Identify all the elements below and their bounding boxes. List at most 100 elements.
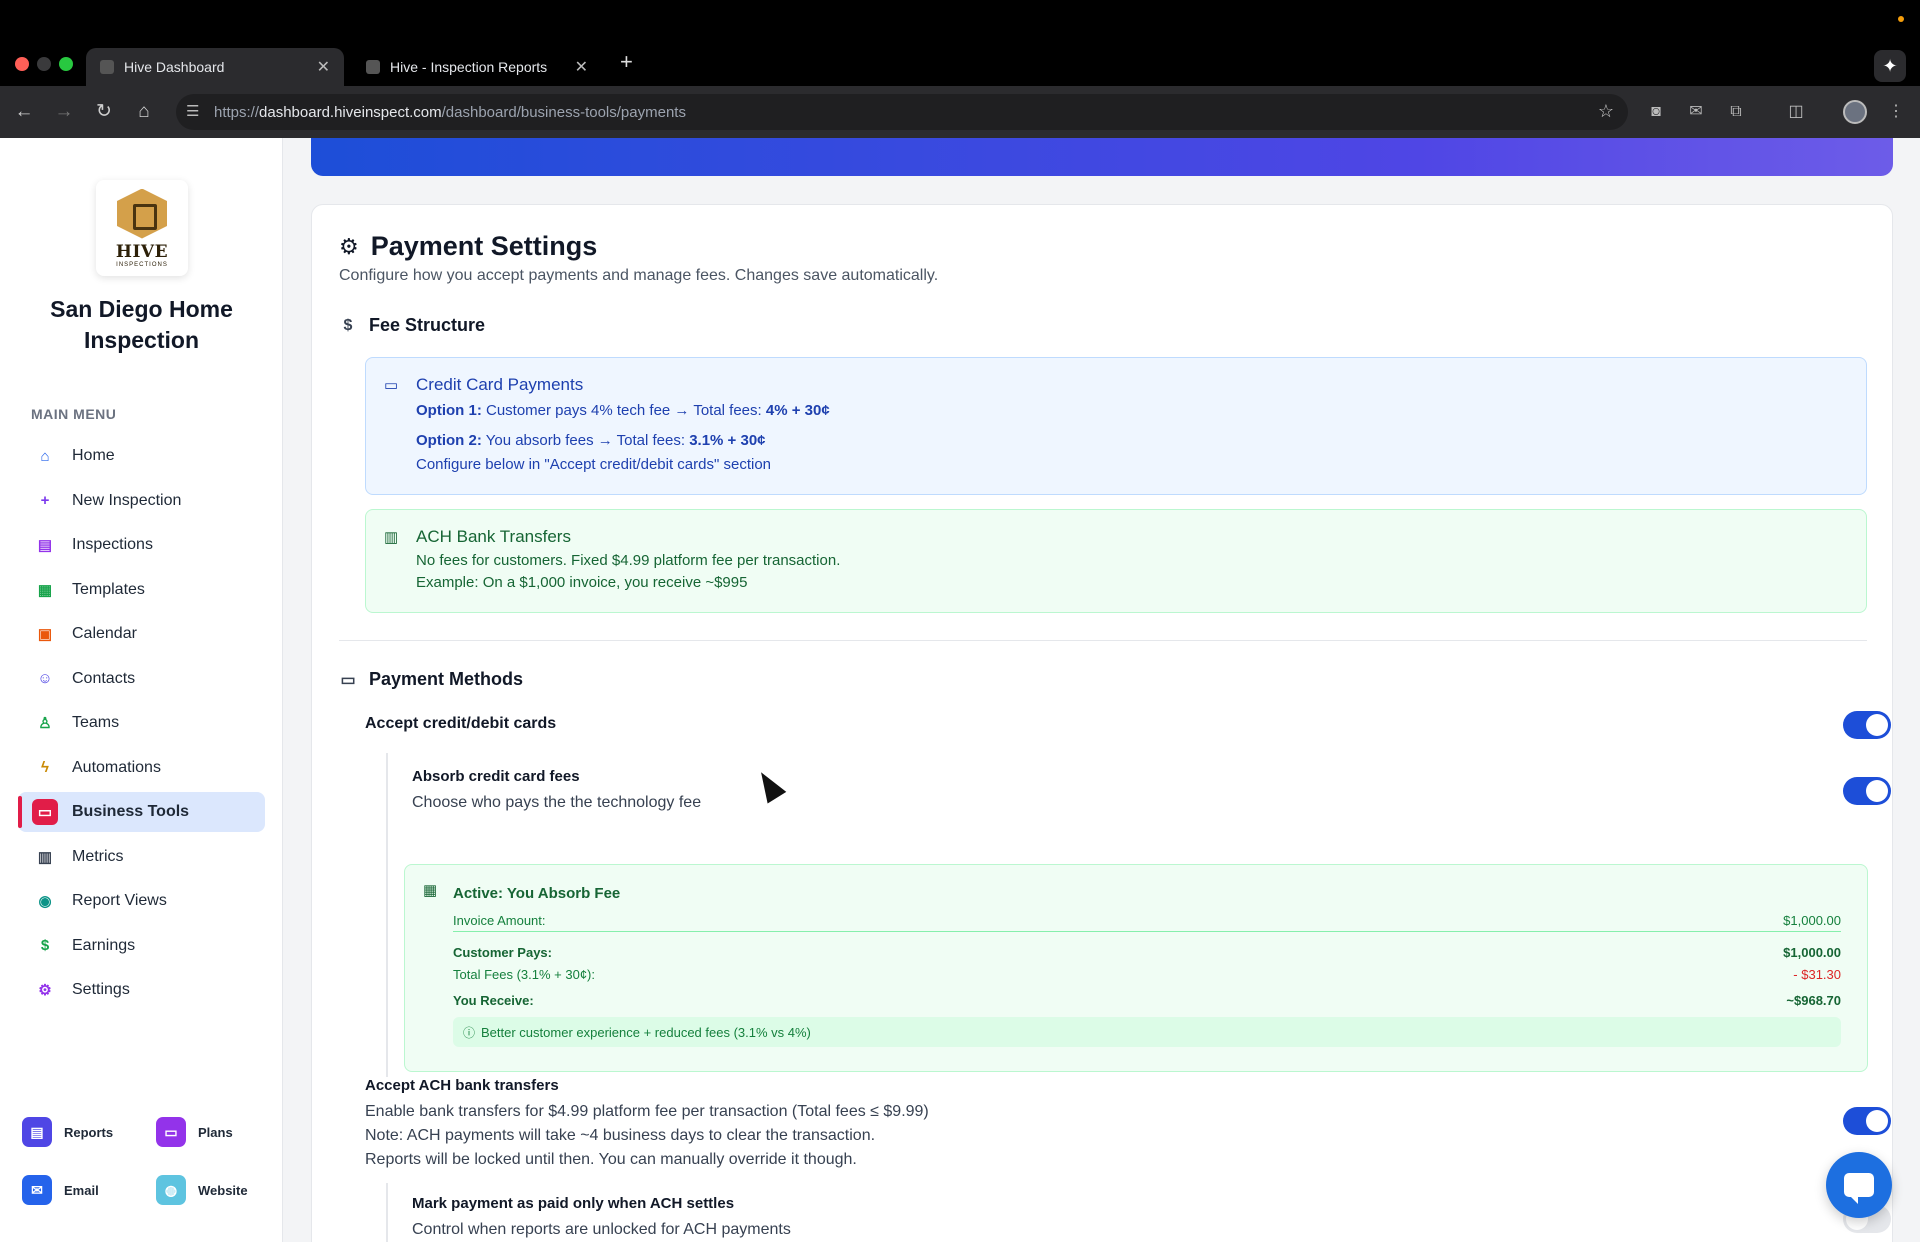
quick-link-plans[interactable]: ▭ Plans (156, 1114, 276, 1150)
accept-ach-line-3: Reports will be locked until then. You c… (365, 1151, 857, 1168)
ach-settle-label: Mark payment as paid only when ACH settl… (412, 1195, 735, 1212)
site-settings-icon[interactable]: ☰ (186, 102, 199, 120)
tab-favicon-icon (366, 60, 380, 74)
sidebar-item-home[interactable]: ⌂ Home (18, 436, 265, 476)
hive-house-icon (117, 188, 167, 239)
bank-icon: ▥ (384, 529, 399, 546)
sidebar-item-business-tools[interactable]: ▭ Business Tools (18, 792, 265, 832)
absorb-fee-summary: ▦ Active: You Absorb Fee Invoice Amount:… (404, 864, 1868, 1072)
bookmark-star-icon[interactable]: ☆ (1598, 101, 1614, 122)
title-row: ⚙ Payment Settings (339, 231, 597, 262)
calendar-icon: ▣ (37, 626, 53, 643)
company-logo: HIVE INSPECTIONS (96, 180, 188, 276)
sidebar-item-label: Calendar (72, 625, 137, 642)
accept-ach-line-2: Note: ACH payments will take ~4 business… (365, 1127, 876, 1144)
browser-toolbar: ← → ↻ ⌂ ☰ https://dashboard.hiveinspect.… (0, 86, 1920, 138)
back-arrow-icon[interactable]: ← (10, 98, 38, 126)
lightning-icon: ϟ (41, 759, 49, 776)
sidebar-item-new-inspection[interactable]: + New Inspection (18, 481, 265, 521)
sidebar-item-label: Home (72, 447, 115, 464)
accept-ach-line-1: Enable bank transfers for $4.99 platform… (365, 1103, 929, 1120)
ach-settle-description: Control when reports are unlocked for AC… (412, 1221, 791, 1238)
accept-cards-label: Accept credit/debit cards (365, 715, 557, 732)
sidebar-item-label: Templates (72, 580, 145, 598)
users-icon: ☺ (37, 670, 53, 687)
close-window-button[interactable] (15, 57, 29, 71)
mail-icon: ✉ (22, 1175, 52, 1205)
sidebar-item-teams[interactable]: ♙ Teams (18, 703, 265, 743)
quick-link-reports[interactable]: ▤ Reports (22, 1114, 142, 1150)
reload-icon[interactable]: ↻ (90, 98, 118, 126)
sidebar-item-label: Teams (72, 714, 120, 731)
sidebar-item-earnings[interactable]: $ Earnings (18, 926, 265, 966)
minimize-window-button[interactable] (37, 57, 51, 71)
sidebar-item-report-views[interactable]: ◉ Report Views (18, 881, 265, 921)
chat-support-button[interactable] (1826, 1152, 1892, 1218)
globe-icon: ◍ (156, 1175, 186, 1205)
home-icon[interactable]: ⌂ (130, 98, 158, 126)
card-icon: ▭ (156, 1117, 186, 1147)
sidebar-item-label: Automations (72, 758, 161, 776)
customer-pays-row: Customer Pays: $1,000.00 (453, 945, 1841, 960)
tab-close-icon[interactable]: ✕ (317, 57, 330, 77)
browser-tab-inspection-reports[interactable]: Hive - Inspection Reports ✕ (352, 48, 602, 86)
absorb-fees-label: Absorb credit card fees (412, 768, 580, 785)
indent-guide (386, 753, 388, 1077)
sidebar-item-automations[interactable]: ϟ Automations (18, 748, 265, 788)
quick-link-email[interactable]: ✉ Email (22, 1172, 142, 1208)
main-menu-heading: MAIN MENU (31, 406, 117, 422)
gear-icon: ⚙ (38, 982, 52, 999)
sidebar-item-label: New Inspection (72, 491, 182, 509)
sidebar-item-contacts[interactable]: ☺ Contacts (18, 659, 265, 699)
accept-cards-toggle[interactable] (1843, 711, 1891, 739)
address-bar[interactable]: ☰ https://dashboard.hiveinspect.com/dash… (176, 94, 1628, 130)
home-icon: ⌂ (40, 447, 50, 465)
browser-tab-hive-dashboard[interactable]: Hive Dashboard ✕ (86, 48, 344, 86)
accept-ach-toggle[interactable] (1843, 1107, 1891, 1135)
absorb-benefit-note: ⓘ Better customer experience + reduced f… (453, 1017, 1841, 1047)
credit-card-icon: ▭ (384, 377, 399, 394)
mail-extension-icon[interactable]: ✉ (1685, 101, 1707, 123)
sparkle-icon[interactable]: ✦ (1874, 50, 1906, 82)
accept-ach-label: Accept ACH bank transfers (365, 1077, 559, 1094)
quick-link-website[interactable]: ◍ Website (156, 1172, 276, 1208)
you-receive-row: You Receive: ~$968.70 (453, 993, 1841, 1008)
absorb-summary-title: Active: You Absorb Fee (453, 885, 621, 902)
sidebar-item-label: Metrics (72, 847, 124, 865)
ach-title: ACH Bank Transfers (416, 527, 571, 546)
sidebar-item-calendar[interactable]: ▣ Calendar (18, 614, 265, 654)
option-2-line: Option 2: You absorb fees → Total fees: … (416, 432, 766, 449)
forward-arrow-icon[interactable]: → (50, 98, 78, 126)
ach-line-2: Example: On a $1,000 invoice, you receiv… (416, 574, 748, 591)
camera-extension-icon[interactable]: ◙ (1645, 101, 1667, 123)
absorb-fees-toggle[interactable] (1843, 777, 1891, 805)
maximize-window-button[interactable] (59, 57, 73, 71)
total-fees-row: Total Fees (3.1% + 30¢): - $31.30 (453, 967, 1841, 982)
sidebar-item-metrics[interactable]: ▥ Metrics (18, 837, 265, 877)
credit-card-title: Credit Card Payments (416, 375, 584, 394)
puzzle-extension-icon[interactable]: ⧉ (1725, 101, 1747, 123)
gear-icon: ⚙ (339, 233, 359, 259)
profile-avatar[interactable] (1843, 100, 1867, 124)
sidebar-item-label: Contacts (72, 669, 136, 687)
page-title: Payment Settings (370, 231, 598, 261)
ach-fee-box: ▥ ACH Bank Transfers No fees for custome… (365, 509, 1867, 613)
main-content: ⚙ Payment Settings Configure how you acc… (284, 138, 1920, 1242)
side-panel-icon[interactable]: ◫ (1785, 101, 1807, 123)
sidebar-item-inspections[interactable]: ▤ Inspections (18, 525, 265, 565)
browser-menu-icon[interactable]: ⋮ (1885, 101, 1907, 123)
eye-icon: ◉ (38, 893, 52, 910)
new-tab-plus-icon[interactable]: + (620, 51, 633, 73)
credit-card-fee-box: ▭ Credit Card Payments Option 1: Custome… (365, 357, 1867, 495)
main-menu: ⌂ Home + New Inspection ▤ Inspections ▦ Templat… (18, 436, 265, 1015)
tab-favicon-icon (100, 60, 114, 74)
ach-line-1: No fees for customers. Fixed $4.99 platf… (416, 552, 841, 569)
sidebar-item-templates[interactable]: ▦ Templates (18, 570, 265, 610)
tab-close-icon[interactable]: ✕ (575, 57, 588, 77)
browser-tab-bar: Hive Dashboard ✕ Hive - Inspection Repor… (0, 0, 1920, 86)
configure-note: Configure below in "Accept credit/debit … (416, 456, 771, 473)
company-name: San Diego Home Inspection (50, 296, 233, 353)
sidebar-item-label: Business Tools (72, 803, 190, 820)
sidebar-item-settings[interactable]: ⚙ Settings (18, 970, 265, 1010)
info-icon: ⓘ (463, 1025, 476, 1040)
